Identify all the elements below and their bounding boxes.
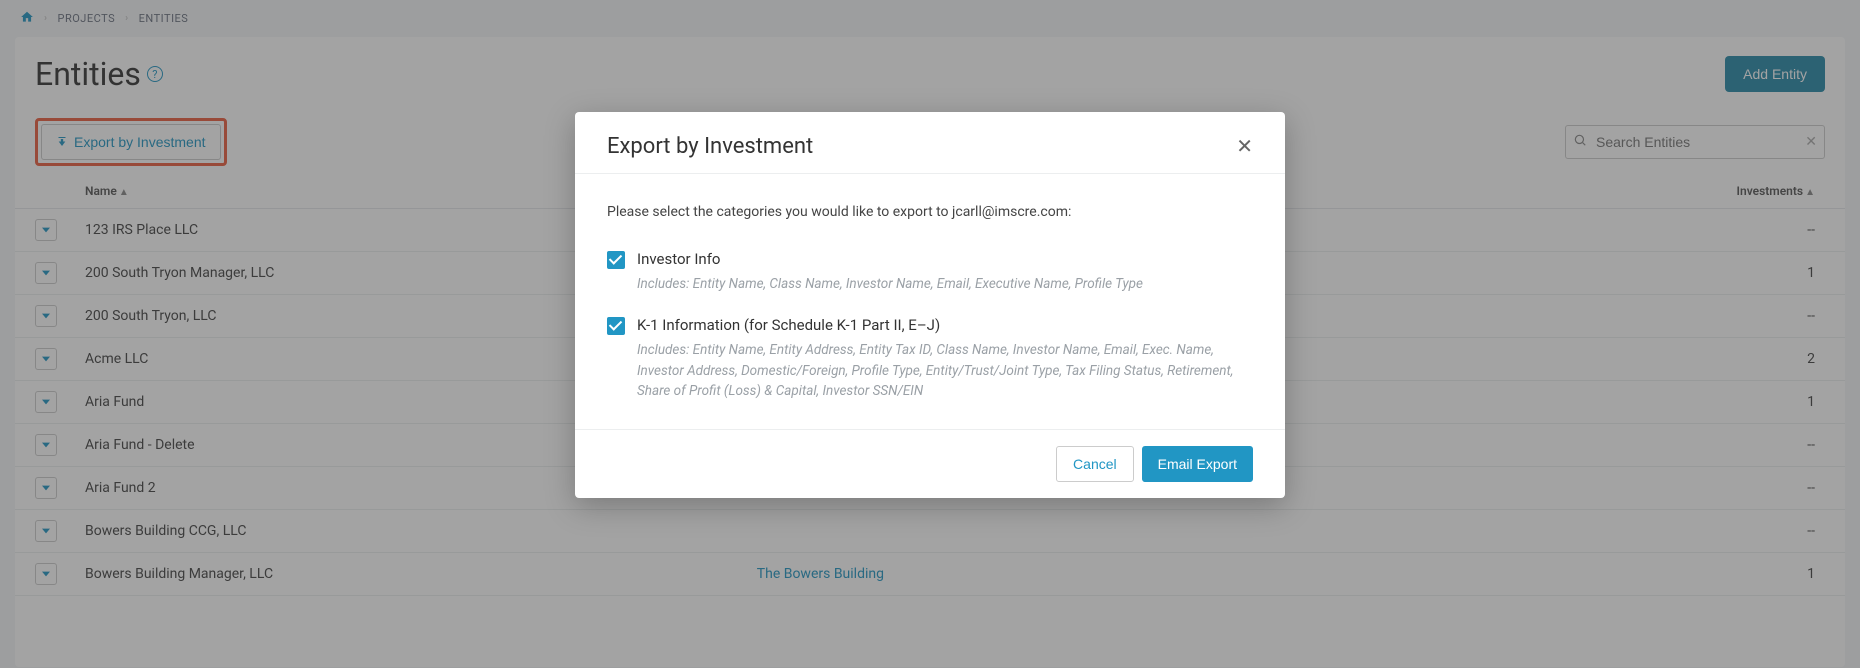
category-checkbox[interactable] bbox=[607, 251, 625, 269]
modal-close-button[interactable]: ✕ bbox=[1236, 137, 1253, 157]
category-label: K-1 Information (for Schedule K-1 Part I… bbox=[637, 316, 1253, 334]
cancel-button[interactable]: Cancel bbox=[1056, 446, 1134, 482]
modal-overlay[interactable]: Export by Investment ✕ Please select the… bbox=[0, 0, 1860, 668]
modal-intro: Please select the categories you would l… bbox=[607, 204, 1253, 220]
category-label: Investor Info bbox=[637, 250, 1143, 268]
category-description: Includes: Entity Name, Class Name, Inves… bbox=[637, 274, 1143, 294]
category-checkbox[interactable] bbox=[607, 317, 625, 335]
export-category: K-1 Information (for Schedule K-1 Part I… bbox=[607, 316, 1253, 401]
modal-footer: Cancel Email Export bbox=[575, 429, 1285, 498]
category-description: Includes: Entity Name, Entity Address, E… bbox=[637, 340, 1253, 401]
modal-title: Export by Investment bbox=[607, 134, 813, 159]
export-modal: Export by Investment ✕ Please select the… bbox=[575, 112, 1285, 498]
modal-header: Export by Investment ✕ bbox=[575, 112, 1285, 174]
email-export-button[interactable]: Email Export bbox=[1142, 446, 1253, 482]
export-category: Investor Info Includes: Entity Name, Clas… bbox=[607, 250, 1253, 294]
modal-body: Please select the categories you would l… bbox=[575, 174, 1285, 429]
